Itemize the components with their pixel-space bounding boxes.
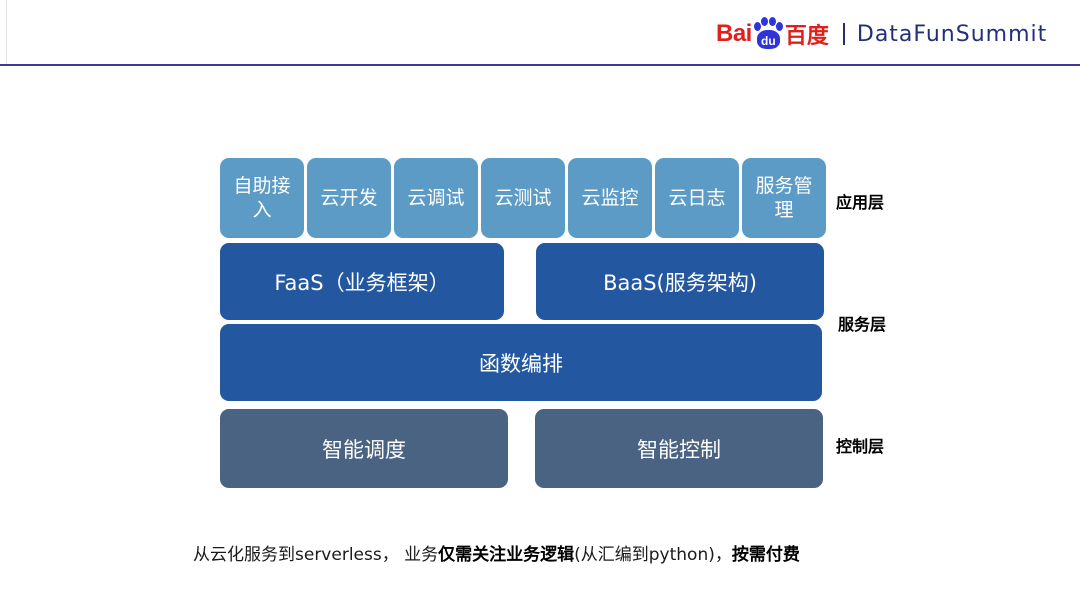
app-box-cloud-log: 云日志 (655, 158, 739, 238)
slide-header: Bai du 百度 DataFunSummit (0, 0, 1080, 66)
logo-du-text: du (756, 30, 780, 49)
header-divider (0, 64, 1080, 66)
baas-box: BaaS(服务架构) (536, 243, 824, 320)
app-box-self-access: 自助接入 (220, 158, 304, 238)
logo-separator (842, 23, 845, 45)
app-box-cloud-dev: 云开发 (307, 158, 391, 238)
function-orchestration-box: 函数编排 (220, 324, 822, 401)
faas-box: FaaS（业务框架） (220, 243, 504, 320)
footer-bold-2: 按需付费 (731, 545, 800, 565)
footer-text-1: 从云化服务到serverless， 业务 (193, 545, 439, 565)
logo-bai-text: Bai (716, 20, 752, 47)
footer-bold-1: 仅需关注业务逻辑 (438, 545, 575, 565)
logo-chinese-text: 百度 (784, 24, 829, 49)
left-edge-mark (0, 0, 7, 66)
baidu-paw-icon: du (753, 17, 783, 51)
footer-caption: 从云化服务到serverless， 业务仅需关注业务逻辑(从汇编到python)… (193, 540, 800, 565)
service-layer-label: 服务层 (838, 315, 887, 334)
smart-control-box: 智能控制 (535, 409, 823, 488)
app-box-service-mgmt: 服务管理 (742, 158, 826, 238)
app-layer-label: 应用层 (836, 193, 885, 212)
app-box-cloud-monitor: 云监控 (568, 158, 652, 238)
app-box-cloud-test: 云测试 (481, 158, 565, 238)
footer-text-2: (从汇编到python)， (574, 545, 732, 565)
control-layer-label: 控制层 (836, 437, 885, 456)
baidu-logo: Bai du 百度 DataFunSummit (716, 14, 1047, 54)
brand-text: DataFunSummit (856, 21, 1048, 47)
app-box-cloud-debug: 云调试 (394, 158, 478, 238)
smart-scheduling-box: 智能调度 (220, 409, 508, 488)
